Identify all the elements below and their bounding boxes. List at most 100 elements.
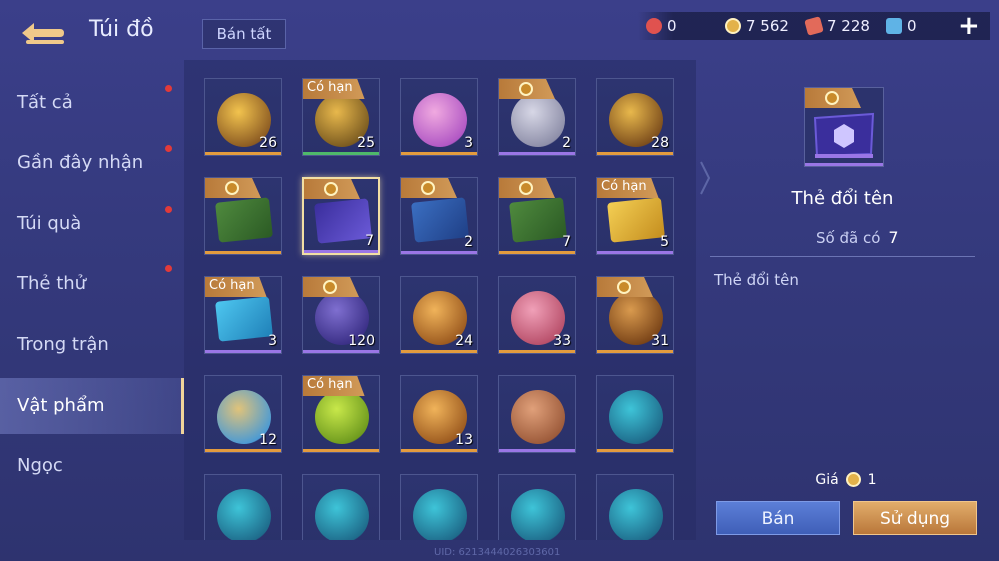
trophy-item-2[interactable]: [302, 474, 380, 540]
currency-value: 7 228: [827, 17, 870, 35]
item-description: Thẻ đổi tên: [714, 271, 799, 289]
exp-x2-card-item[interactable]: 2: [400, 177, 478, 255]
sidebar-item-items[interactable]: Vật phẩm: [0, 378, 184, 434]
trophy-item-4[interactable]: [498, 474, 576, 540]
rarity-bar: [401, 251, 477, 254]
hero-crystal-item[interactable]: 24: [400, 276, 478, 354]
currency-voucher: 7 228: [804, 16, 870, 36]
item-quantity: 25: [357, 135, 375, 151]
coin-tag: [303, 277, 359, 297]
selected-item-thumbnail: [804, 87, 884, 167]
gold-x2-card-item-2[interactable]: 7: [498, 177, 576, 255]
trophy-hero-icon: [511, 489, 565, 540]
pink-scroll-item[interactable]: 33: [498, 276, 576, 354]
notification-dot: [165, 206, 172, 213]
currency-ticket: 0: [886, 16, 917, 36]
item-quantity: 7: [562, 234, 571, 250]
price-label: Giá: [815, 472, 839, 488]
item-quantity: 2: [562, 135, 571, 151]
notification-dot: [165, 145, 172, 152]
top-bar: Túi đồ Bán tất 0 7 562 7 228 0 +: [0, 0, 999, 60]
currency-bar: 0 7 562 7 228 0: [638, 12, 990, 40]
sidebar-item-trial-cards[interactable]: Thẻ thử: [0, 256, 184, 312]
rarity-bar: [401, 449, 477, 452]
owned-label: Số đã có: [816, 229, 881, 247]
golden-wings-item[interactable]: Có hạn 25: [302, 78, 380, 156]
trophy-hero-icon: [609, 489, 663, 540]
notification-dot: [165, 265, 172, 272]
currency-value: 0: [667, 17, 677, 35]
silver-orb-icon: [511, 93, 565, 147]
ticket-2026-icon: [607, 197, 665, 243]
rename-card-item[interactable]: 7: [302, 177, 380, 255]
item-quantity: 3: [268, 333, 277, 349]
pink-orb-item[interactable]: 3: [400, 78, 478, 156]
sidebar-item-label: Túi quà: [17, 213, 82, 234]
sidebar-item-label: Vật phẩm: [17, 395, 105, 416]
item-grid[interactable]: 26 Có hạn 25 3 2 28 7 2 7 Có hạn 5 Có hạn 3 120 24 33 31…: [184, 60, 696, 540]
hero-crystal-item-2[interactable]: 13: [400, 375, 478, 453]
sidebar-item-in-match[interactable]: Trong trận: [0, 317, 184, 373]
back-arrow-icon[interactable]: [16, 18, 68, 48]
trophy-item-5[interactable]: [596, 474, 674, 540]
rarity-bar: [205, 251, 281, 254]
item-quantity: 33: [553, 333, 571, 349]
hero-trophy-item[interactable]: [596, 375, 674, 453]
sidebar-item-label: Thẻ thử: [17, 273, 87, 294]
item-quantity: 2: [464, 234, 473, 250]
coin-tag: [304, 179, 360, 199]
use-button[interactable]: Sử dụng: [853, 501, 977, 535]
heartbeat-icon: [315, 390, 369, 444]
gold-coin-icon: [725, 18, 741, 34]
magic-mirror-item[interactable]: 28: [596, 78, 674, 156]
sidebar-item-gift-bag[interactable]: Túi quà: [0, 196, 184, 252]
item-quantity: 12: [259, 432, 277, 448]
sell-button[interactable]: Bán: [716, 501, 840, 535]
add-currency-button[interactable]: +: [958, 13, 980, 39]
hero-card-item[interactable]: 26: [204, 78, 282, 156]
limited-tag: Có hạn: [303, 376, 365, 396]
rarity-bar: [597, 449, 673, 452]
currency-red-gem: 0: [646, 16, 677, 36]
rarity-bar: [401, 152, 477, 155]
sell-all-button[interactable]: Bán tất: [202, 19, 286, 49]
trophy-item-3[interactable]: [400, 474, 478, 540]
rename-card-icon: [314, 198, 372, 244]
rarity-bar: [401, 350, 477, 353]
knight-helmet-item[interactable]: 120: [302, 276, 380, 354]
category-sidebar: Tất cả Gần đây nhận Túi quà Thẻ thử Tron…: [0, 72, 184, 561]
rarity-bar: [805, 163, 883, 166]
sidebar-item-recent[interactable]: Gần đây nhận: [0, 135, 184, 191]
coin-icon: [825, 91, 839, 105]
sidebar-item-gems[interactable]: Ngọc: [0, 438, 184, 494]
ticket-2026-blue-item[interactable]: Có hạn 3: [204, 276, 282, 354]
item-quantity: 5: [660, 234, 669, 250]
rarity-bar: [597, 152, 673, 155]
gold-x2-card-item[interactable]: [204, 177, 282, 255]
rarity-bar: [597, 350, 673, 353]
currency-value: 7 562: [746, 17, 789, 35]
coin-tag: [805, 88, 861, 108]
price-row: Giá 1: [716, 472, 976, 494]
sidebar-item-label: Trong trận: [17, 334, 109, 355]
golden-chest-item[interactable]: 31: [596, 276, 674, 354]
sidebar-item-all[interactable]: Tất cả: [0, 75, 184, 131]
ticket-2026-gold-item[interactable]: Có hạn 5: [596, 177, 674, 255]
copper-shard-item[interactable]: [498, 375, 576, 453]
rarity-bar: [597, 251, 673, 254]
trophy-hero-icon: [609, 390, 663, 444]
rarity-bar: [499, 449, 575, 452]
user-id: UID: 6213444026303601: [434, 547, 561, 558]
rarity-bar: [303, 152, 379, 155]
trophy-item-1[interactable]: [204, 474, 282, 540]
exp-x2-icon: [411, 197, 469, 243]
heartbeat-item[interactable]: Có hạn: [302, 375, 380, 453]
silver-emblem-item[interactable]: 2: [498, 78, 576, 156]
coin-icon: [323, 280, 337, 294]
item-quantity: 28: [651, 135, 669, 151]
item-quantity: 13: [455, 432, 473, 448]
blue-scroll-item[interactable]: 12: [204, 375, 282, 453]
coin-tag: [499, 79, 555, 99]
page-title: Túi đồ: [89, 17, 154, 42]
shard-icon: [511, 390, 565, 444]
